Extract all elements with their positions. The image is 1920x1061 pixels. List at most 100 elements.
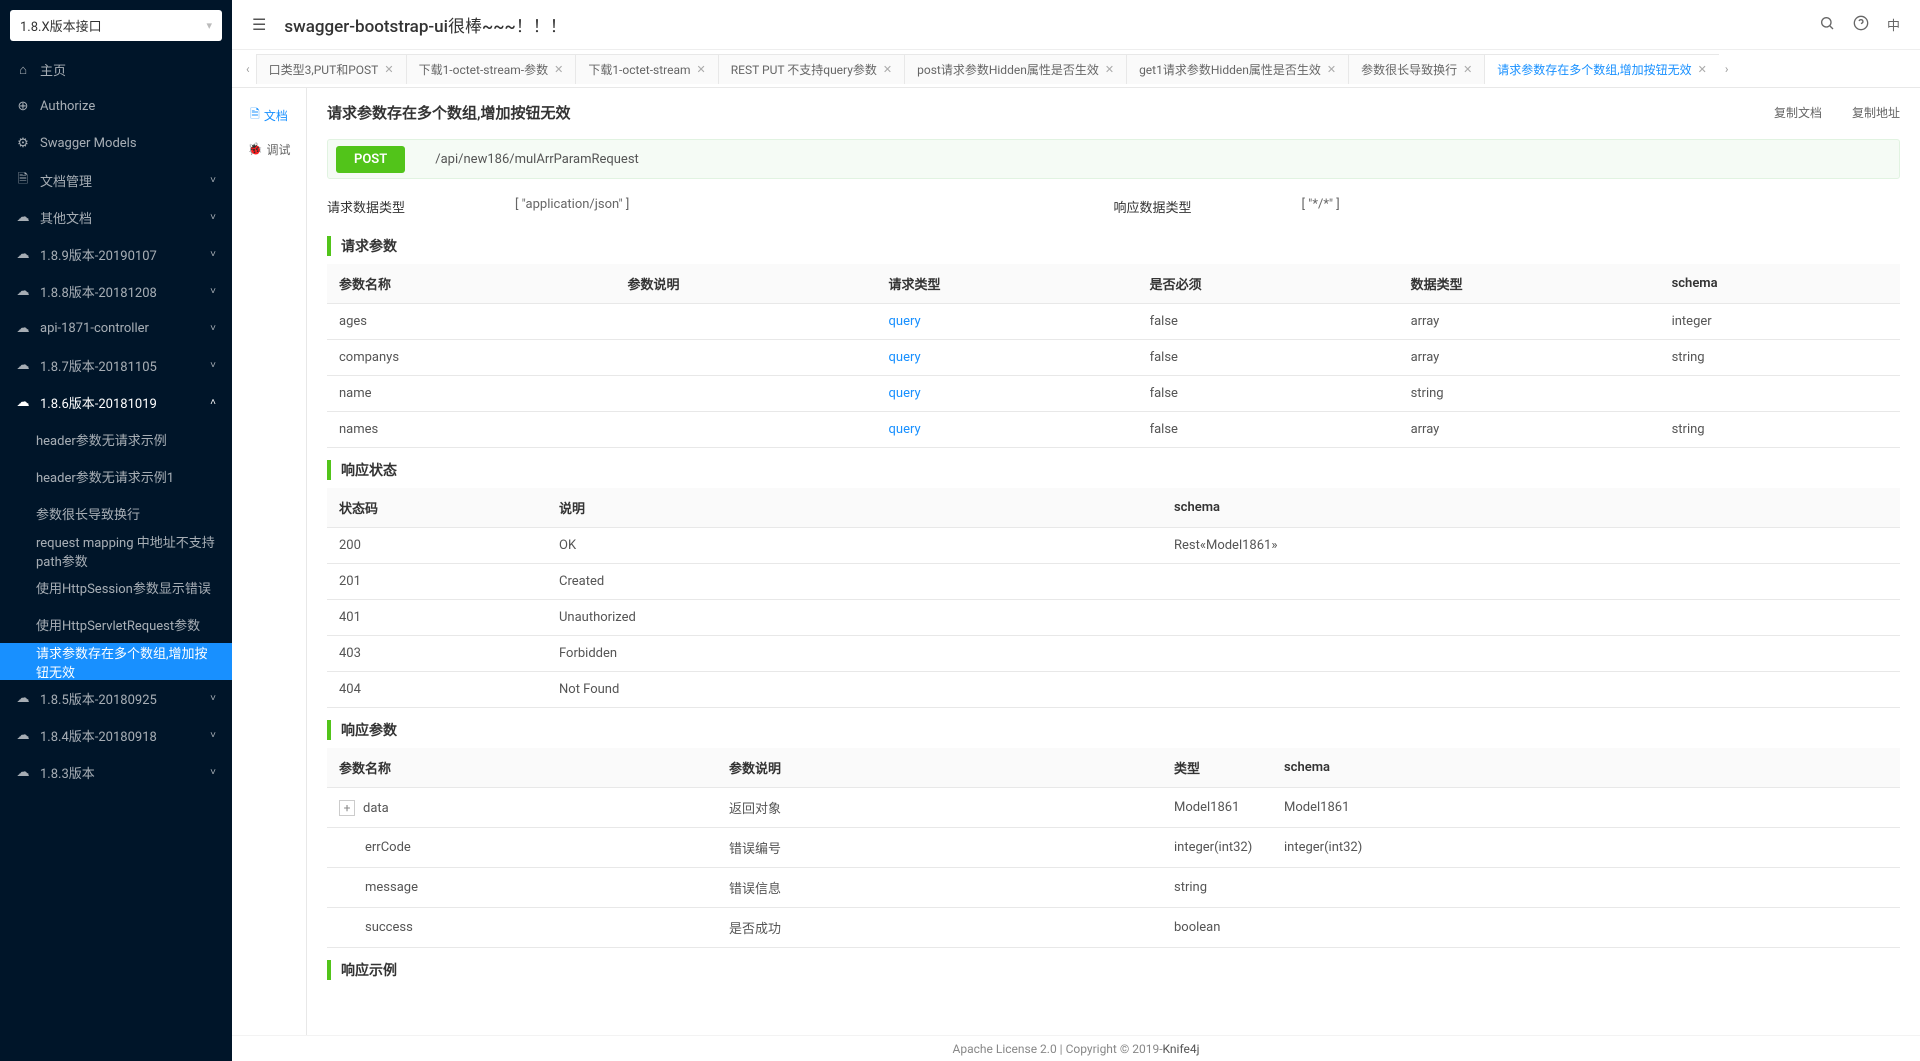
- table-row: 201Created: [327, 564, 1900, 600]
- menu-icon: 🗎: [16, 170, 30, 192]
- tab-5[interactable]: get1请求参数Hidden属性是否生效✕: [1126, 54, 1349, 84]
- sidebar-item-0[interactable]: ⌂主页: [0, 51, 232, 88]
- sidebar-subitem-4[interactable]: 使用HttpSession参数显示错误: [0, 569, 232, 606]
- api-bar: POST /api/new186/mulArrParamRequest: [327, 139, 1900, 179]
- menu-icon: ☁: [16, 358, 30, 373]
- sidebar-item-12[interactable]: ☁1.8.3版本˅: [0, 754, 232, 791]
- tab-label: post请求参数Hidden属性是否生效: [917, 61, 1099, 78]
- sidebar-subitem-6[interactable]: 请求参数存在多个数组,增加按钮无效: [0, 643, 232, 680]
- param-name: errCode: [327, 828, 717, 868]
- tabs-next-icon[interactable]: ›: [1719, 62, 1735, 76]
- param-type: Model1861: [1162, 788, 1272, 828]
- search-icon[interactable]: [1819, 15, 1835, 35]
- sidebar-item-label: 其他文档: [40, 208, 92, 227]
- footer-text: Apache License 2.0 | Copyright © 2019-: [953, 1042, 1163, 1056]
- sidebar-item-3[interactable]: 🗎文档管理˅: [0, 162, 232, 199]
- section-title-res-status: 响应状态: [327, 460, 1900, 480]
- menu-icon: ☁: [16, 284, 30, 299]
- table-header: 数据类型: [1399, 264, 1660, 304]
- sidebar-item-6[interactable]: ☁1.8.8版本-20181208˅: [0, 273, 232, 310]
- param-type: boolean: [1162, 908, 1272, 948]
- sidebar-subitem-5[interactable]: 使用HttpServletRequest参数: [0, 606, 232, 643]
- chevron-down-icon: ▾: [206, 19, 212, 32]
- tab-6[interactable]: 参数很长导致换行✕: [1348, 54, 1485, 84]
- param-name: names: [327, 412, 616, 448]
- chevron-down-icon: ˅: [210, 730, 216, 741]
- menu-icon: ☁: [16, 765, 30, 780]
- close-icon[interactable]: ✕: [1327, 63, 1336, 76]
- sidebar-item-label: 1.8.5版本-20180925: [40, 689, 157, 708]
- copy-url-button[interactable]: 复制地址: [1852, 104, 1900, 121]
- status-desc: Created: [547, 564, 1162, 600]
- status-code: 200: [327, 528, 547, 564]
- sidebar-item-1[interactable]: ⊕Authorize: [0, 88, 232, 125]
- tab-4[interactable]: post请求参数Hidden属性是否生效 ✕: [904, 54, 1127, 84]
- sidebar-subitem-2[interactable]: 参数很长导致换行: [0, 495, 232, 532]
- language-toggle[interactable]: 中: [1887, 15, 1900, 34]
- table-header: 类型: [1162, 748, 1272, 788]
- close-icon[interactable]: ✕: [1463, 63, 1472, 76]
- sidebar-subitem-1[interactable]: header参数无请求示例1: [0, 458, 232, 495]
- menu-icon: ⌂: [16, 62, 30, 78]
- sidebar-item-label: 1.8.3版本: [40, 763, 95, 782]
- method-badge: POST: [336, 146, 405, 173]
- side-tab-doc[interactable]: 🗎 文档: [232, 98, 306, 132]
- param-schema: string: [1660, 412, 1900, 448]
- chevron-up-icon: ˄: [210, 397, 216, 408]
- main: ☰ swagger-bootstrap-ui很棒~~~！！！ 中 ‹ 口类型3,…: [232, 0, 1920, 1061]
- table-row: success是否成功boolean: [327, 908, 1900, 948]
- req-params-table: 参数名称参数说明请求类型是否必须数据类型schema agesqueryfals…: [327, 264, 1900, 448]
- tab-0[interactable]: 口类型3,PUT和POST✕: [256, 54, 407, 84]
- param-name: +data: [327, 788, 717, 828]
- sidebar-item-7[interactable]: ☁api-1871-controller˅: [0, 310, 232, 347]
- sidebar-item-label: api-1871-controller: [40, 321, 149, 336]
- sidebar-item-label: 文档管理: [40, 171, 92, 190]
- side-tab-debug[interactable]: 🐞 调试: [232, 132, 306, 166]
- sidebar-item-label: 1.8.7版本-20181105: [40, 356, 157, 375]
- menu-collapse-icon[interactable]: ☰: [252, 15, 266, 34]
- close-icon[interactable]: ✕: [554, 63, 563, 76]
- status-schema: [1162, 672, 1900, 708]
- sidebar-item-9[interactable]: ☁1.8.6版本-20181019˄: [0, 384, 232, 421]
- menu-icon: ☁: [16, 210, 30, 225]
- close-icon[interactable]: ✕: [384, 63, 393, 76]
- req-type-label: 请求数据类型: [327, 197, 405, 216]
- section-title-res-params: 响应参数: [327, 720, 1900, 740]
- close-icon[interactable]: ✕: [883, 63, 892, 76]
- tab-2[interactable]: 下载1-octet-stream✕: [575, 54, 718, 84]
- help-icon[interactable]: [1853, 15, 1869, 35]
- side-tab-doc-label: 文档: [264, 107, 288, 124]
- section-title-res-example: 响应示例: [327, 960, 1900, 980]
- tab-1[interactable]: 下载1-octet-stream-参数✕: [406, 54, 577, 84]
- sidebar-subitem-0[interactable]: header参数无请求示例: [0, 421, 232, 458]
- close-icon[interactable]: ✕: [697, 63, 706, 76]
- tab-7[interactable]: 请求参数存在多个数组,增加按钮无效✕: [1484, 54, 1719, 84]
- side-tabs: 🗎 文档 🐞 调试: [232, 88, 307, 1061]
- param-name: ages: [327, 304, 616, 340]
- status-desc: OK: [547, 528, 1162, 564]
- version-select[interactable]: 1.8.X版本接口 ▾: [10, 10, 222, 41]
- copy-doc-button[interactable]: 复制文档: [1774, 104, 1822, 121]
- menu-icon: ☁: [16, 728, 30, 743]
- tab-3[interactable]: REST PUT 不支持query参数✕: [718, 54, 905, 84]
- tabs-prev-icon[interactable]: ‹: [240, 62, 256, 76]
- sidebar-item-2[interactable]: ⚙Swagger Models: [0, 125, 232, 162]
- expand-icon[interactable]: +: [339, 800, 355, 816]
- sidebar-item-5[interactable]: ☁1.8.9版本-20190107˅: [0, 236, 232, 273]
- sidebar-item-11[interactable]: ☁1.8.4版本-20180918˅: [0, 717, 232, 754]
- param-required: false: [1138, 412, 1399, 448]
- table-header: 说明: [547, 488, 1162, 528]
- param-name: message: [327, 868, 717, 908]
- table-row: +data返回对象Model1861Model1861: [327, 788, 1900, 828]
- close-icon[interactable]: ✕: [1105, 63, 1114, 76]
- close-icon[interactable]: ✕: [1698, 63, 1707, 76]
- sidebar-subitem-3[interactable]: request mapping 中地址不支持path参数: [0, 532, 232, 569]
- status-schema: [1162, 600, 1900, 636]
- footer-brand[interactable]: Knife4j: [1163, 1042, 1200, 1056]
- param-desc: [616, 340, 877, 376]
- sidebar-item-8[interactable]: ☁1.8.7版本-20181105˅: [0, 347, 232, 384]
- status-code: 401: [327, 600, 547, 636]
- sidebar-item-4[interactable]: ☁其他文档˅: [0, 199, 232, 236]
- sidebar-item-10[interactable]: ☁1.8.5版本-20180925˅: [0, 680, 232, 717]
- chevron-down-icon: ˅: [210, 323, 216, 334]
